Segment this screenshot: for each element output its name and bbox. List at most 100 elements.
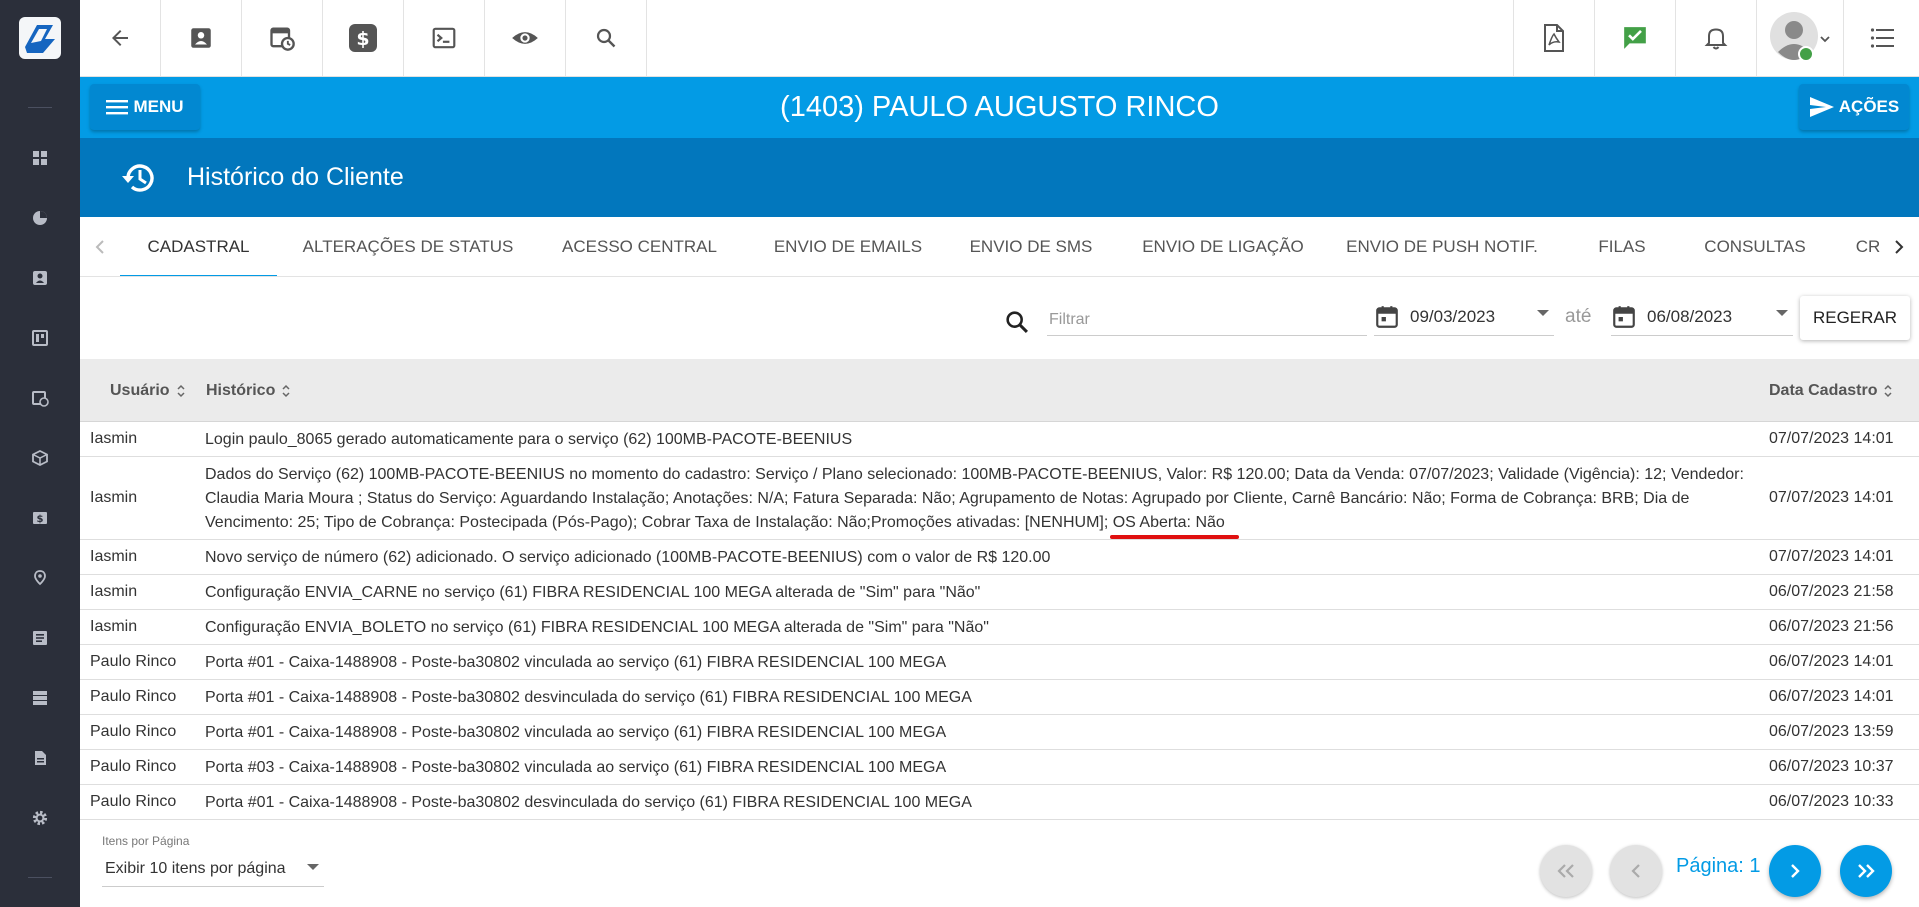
- tab-envio-emails[interactable]: ENVIO DE EMAILS: [762, 217, 934, 276]
- sidebar-item-board[interactable]: [28, 326, 52, 350]
- cell-user: Iasmin: [90, 618, 138, 635]
- table-row[interactable]: Paulo Rinco Porta #01 - Caixa-1488908 - …: [80, 785, 1919, 820]
- tab-acesso-central[interactable]: ACESSO CENTRAL: [562, 217, 717, 276]
- send-icon: [1809, 97, 1834, 117]
- menu-label: MENU: [133, 97, 184, 116]
- user-menu[interactable]: [1757, 0, 1843, 76]
- date-from-field[interactable]: 09/03/2023: [1374, 302, 1554, 336]
- sidebar-item-schedule[interactable]: [28, 386, 52, 410]
- cell-user: Paulo Rinco: [90, 653, 177, 670]
- chevron-right-icon: [1791, 864, 1800, 878]
- cell-history: Porta #01 - Caixa-1488908 - Poste-ba3080…: [205, 794, 972, 811]
- box-icon: [32, 449, 48, 467]
- cell-history: Configuração ENVIA_BOLETO no serviço (61…: [205, 619, 989, 636]
- column-header-user[interactable]: Usuário: [110, 359, 186, 422]
- sidebar-item-network[interactable]: [28, 686, 52, 710]
- sidebar-item-clients[interactable]: [28, 266, 52, 290]
- table-row[interactable]: Paulo Rinco Porta #01 - Caixa-1488908 - …: [80, 680, 1919, 715]
- schedule-button[interactable]: [242, 0, 322, 76]
- cell-date: 06/07/2023 10:37: [1769, 758, 1894, 775]
- column-header-date[interactable]: Data Cadastro: [1769, 359, 1893, 422]
- sidebar-item-files[interactable]: [28, 746, 52, 770]
- tab-envio-ligacao[interactable]: ENVIO DE LIGAÇÃO: [1138, 217, 1308, 276]
- first-page-button[interactable]: [1540, 845, 1592, 897]
- pdf-button[interactable]: [1514, 0, 1594, 76]
- tab-cadastral[interactable]: CADASTRAL: [120, 217, 277, 276]
- view-button[interactable]: [485, 0, 565, 76]
- sidebar-item-documents[interactable]: [28, 626, 52, 650]
- previous-page-button[interactable]: [1610, 845, 1662, 897]
- client-card-button[interactable]: [161, 0, 241, 76]
- table-row[interactable]: Iasmin Novo serviço de número (62) adici…: [80, 540, 1919, 575]
- range-separator: até: [1565, 306, 1592, 327]
- gear-icon: [32, 810, 48, 826]
- table-row[interactable]: Iasmin Dados do Serviço (62) 100MB-PACOT…: [80, 457, 1919, 540]
- cell-history: Porta #01 - Caixa-1488908 - Poste-ba3080…: [205, 724, 947, 741]
- cell-history: Configuração ENVIA_CARNE no serviço (61)…: [205, 584, 981, 601]
- tab-bar: CADASTRAL ALTERAÇÕES DE STATUS ACESSO CE…: [80, 217, 1919, 277]
- left-sidebar: $: [0, 0, 80, 907]
- finance-button[interactable]: $: [323, 0, 403, 76]
- date-to-field[interactable]: 06/08/2023: [1611, 302, 1793, 336]
- table-row[interactable]: Iasmin Configuração ENVIA_CARNE no servi…: [80, 575, 1919, 610]
- calendar-icon: [1613, 306, 1635, 328]
- tab-envio-push[interactable]: ENVIO DE PUSH NOTIF.: [1342, 217, 1542, 276]
- tab-envio-sms[interactable]: ENVIO DE SMS: [966, 217, 1096, 276]
- regenerate-button[interactable]: REGERAR: [1800, 296, 1910, 340]
- app-logo[interactable]: [19, 17, 61, 59]
- sidebar-item-products[interactable]: [28, 446, 52, 470]
- tab-alteracoes-status[interactable]: ALTERAÇÕES DE STATUS: [302, 217, 514, 276]
- cell-date: 06/07/2023 14:01: [1769, 653, 1894, 670]
- notifications-button[interactable]: [1676, 0, 1756, 76]
- search-icon: [1006, 311, 1028, 333]
- list-menu-button[interactable]: [1844, 0, 1919, 76]
- table-header: Usuário Histórico Data Cadastro: [80, 359, 1919, 422]
- sidebar-item-dashboard[interactable]: [28, 146, 52, 170]
- search-button[interactable]: [566, 0, 646, 76]
- back-button[interactable]: [80, 0, 160, 76]
- calendar-clock-icon: [32, 391, 49, 407]
- tabs-scroll-left[interactable]: [85, 217, 115, 276]
- date-from-value: 09/03/2023: [1410, 307, 1496, 326]
- cell-date: 07/07/2023 14:01: [1769, 489, 1894, 506]
- svg-text:$: $: [356, 28, 369, 50]
- dropdown-caret-icon: [1776, 310, 1788, 316]
- table-row[interactable]: Paulo Rinco Porta #01 - Caixa-1488908 - …: [80, 645, 1919, 680]
- date-to-value: 06/08/2023: [1647, 307, 1733, 326]
- items-per-page-select[interactable]: Exibir 10 itens por página: [102, 853, 324, 887]
- tab-consultas[interactable]: CONSULTAS: [1695, 217, 1815, 276]
- next-page-button[interactable]: [1769, 845, 1821, 897]
- server-icon: [33, 691, 47, 705]
- svg-text:$: $: [37, 514, 44, 525]
- arrow-back-icon: [112, 30, 128, 46]
- document-list-icon: [33, 631, 47, 645]
- table-row[interactable]: Iasmin Login paulo_8065 gerado automatic…: [80, 422, 1919, 457]
- table-row[interactable]: Iasmin Configuração ENVIA_BOLETO no serv…: [80, 610, 1919, 645]
- actions-button[interactable]: AÇÕES: [1799, 84, 1909, 130]
- contact-card-icon: [33, 271, 47, 285]
- cell-history: Novo serviço de número (62) adicionado. …: [205, 549, 1051, 566]
- cell-user: Paulo Rinco: [90, 793, 177, 810]
- filter-input[interactable]: [1047, 304, 1367, 336]
- sidebar-item-reports[interactable]: [28, 206, 52, 230]
- sidebar-item-map[interactable]: [28, 566, 52, 590]
- pie-chart-icon: [33, 211, 47, 225]
- section-header: Histórico do Cliente: [80, 138, 1919, 217]
- column-header-history[interactable]: Histórico: [206, 359, 291, 422]
- last-page-button[interactable]: [1840, 845, 1892, 897]
- table-row[interactable]: Paulo Rinco Porta #03 - Caixa-1488908 - …: [80, 750, 1919, 785]
- sort-icon: [282, 384, 290, 397]
- tasks-button[interactable]: [1595, 0, 1675, 76]
- tab-filas[interactable]: FILAS: [1582, 217, 1662, 276]
- terminal-button[interactable]: [404, 0, 484, 76]
- table-row[interactable]: Paulo Rinco Porta #01 - Caixa-1488908 - …: [80, 715, 1919, 750]
- calendar-icon: [1376, 306, 1398, 328]
- top-toolbar: $: [80, 0, 1919, 77]
- chevron-left-icon: [95, 240, 104, 254]
- check-message-icon: [1624, 27, 1646, 49]
- tabs-scroll-right[interactable]: [1884, 217, 1914, 276]
- menu-button[interactable]: MENU: [90, 84, 200, 130]
- sidebar-item-finance[interactable]: $: [28, 506, 52, 530]
- client-bar: (1403) PAULO AUGUSTO RINCO MENU AÇÕES: [80, 77, 1919, 138]
- sidebar-item-settings[interactable]: [28, 806, 52, 830]
